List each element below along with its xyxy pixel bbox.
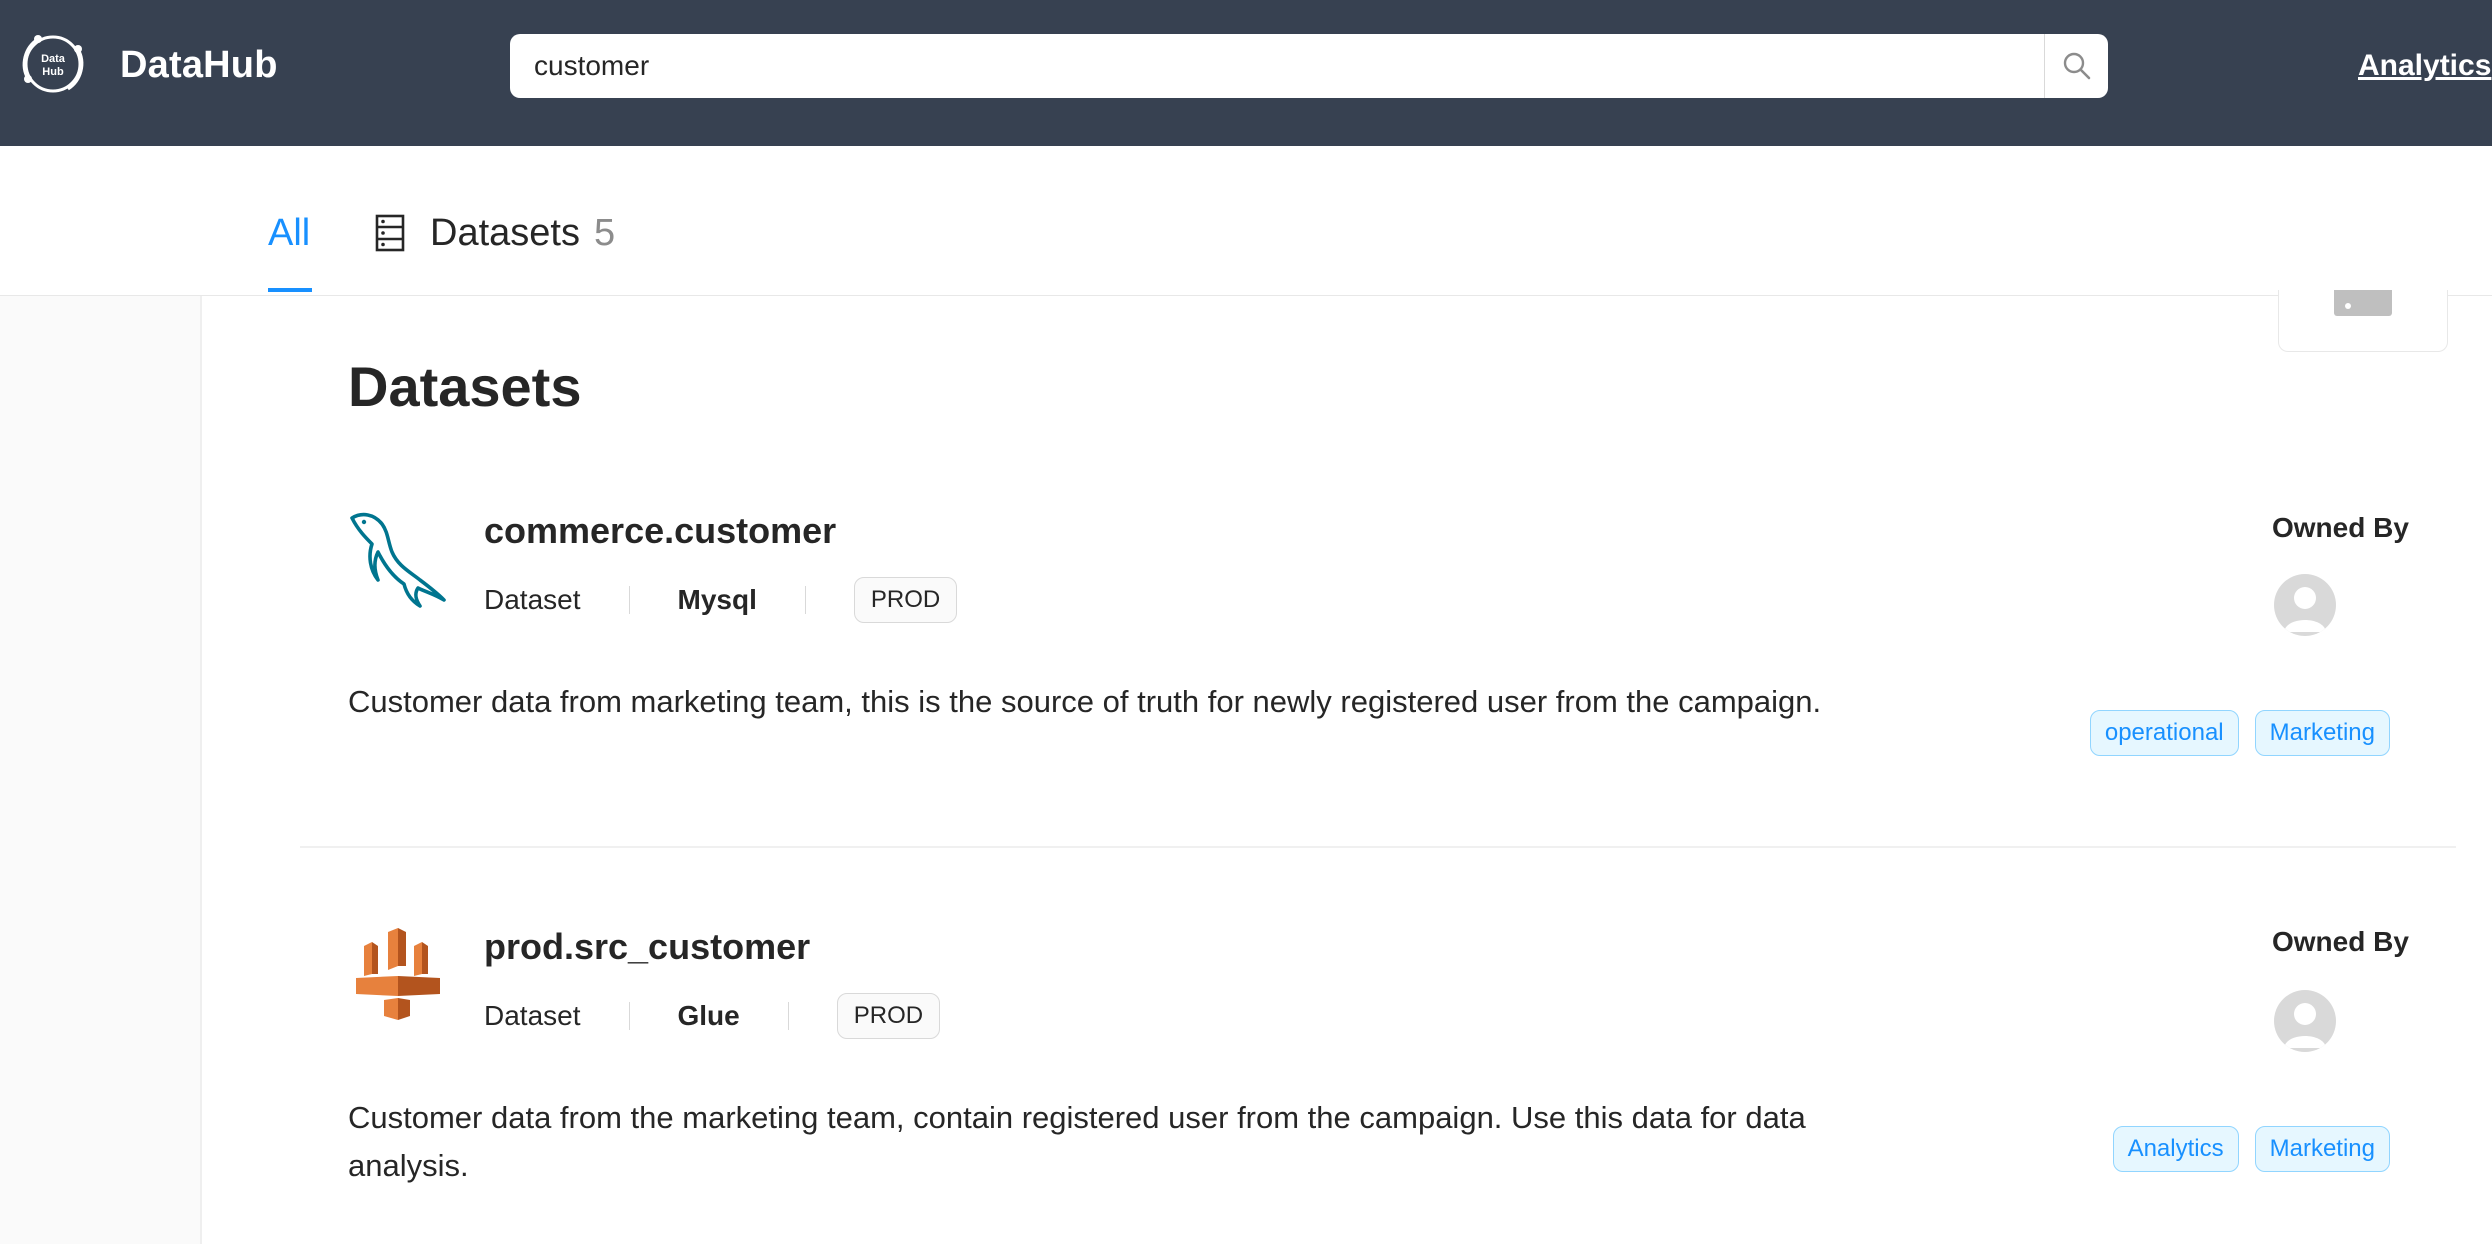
aws-glue-logo-icon	[356, 928, 440, 1020]
result-description: Customer data from marketing team, this …	[348, 684, 1822, 719]
tag-analytics[interactable]: Analytics	[2112, 1126, 2239, 1172]
env-badge: PROD	[853, 577, 958, 623]
result-name[interactable]: commerce.customer	[484, 510, 836, 552]
owned-by-label: Owned By	[2272, 512, 2409, 543]
result-platform: Mysql	[677, 584, 757, 615]
search-input[interactable]	[510, 34, 2044, 98]
search-icon	[2063, 52, 2090, 80]
storage-icon	[2334, 290, 2392, 316]
env-badge: PROD	[836, 993, 941, 1039]
floating-card[interactable]	[2278, 290, 2448, 352]
result-type: Dataset	[484, 1000, 581, 1031]
mysql-logo-icon	[350, 512, 446, 608]
user-icon	[2284, 1003, 2326, 1048]
search-bar	[510, 34, 2108, 98]
tab-datasets-label: Datasets	[430, 211, 580, 254]
section-title: Datasets	[348, 355, 582, 418]
logo-text-line1: Data	[41, 53, 66, 65]
tag-list: operational Marketing	[2089, 710, 2390, 756]
tag-marketing[interactable]: Marketing	[2254, 1126, 2390, 1172]
result-meta: Dataset Glue PROD	[484, 993, 941, 1039]
owner-avatar[interactable]	[2274, 990, 2336, 1052]
tab-datasets-count: 5	[593, 211, 616, 254]
result-type: Dataset	[484, 584, 581, 615]
result-platform: Glue	[677, 1000, 740, 1031]
result-name[interactable]: prod.src_customer	[484, 926, 810, 968]
meta-divider	[804, 586, 806, 614]
logo-text-line2: Hub	[42, 66, 64, 78]
database-icon	[375, 214, 405, 252]
tag-operational[interactable]: operational	[2089, 710, 2239, 756]
left-gutter	[0, 296, 202, 1244]
owner-avatar[interactable]	[2274, 574, 2336, 636]
tab-all[interactable]: All	[268, 212, 310, 255]
owned-by-label: Owned By	[2272, 926, 2409, 957]
meta-divider	[628, 586, 630, 614]
result-meta: Dataset Mysql PROD	[484, 577, 958, 623]
datahub-logo-icon[interactable]: Data Hub	[16, 27, 90, 101]
search-result-card: prod.src_customer Dataset Glue PROD Cust…	[300, 906, 2456, 1206]
analytics-link[interactable]: Analytics	[2358, 49, 2491, 83]
result-description: Customer data from the marketing team, c…	[348, 1100, 1806, 1183]
meta-divider	[628, 1002, 630, 1030]
active-tab-indicator	[268, 288, 312, 292]
entity-tabs: All Datasets 5	[0, 146, 2492, 296]
tab-datasets[interactable]: Datasets 5	[374, 208, 615, 258]
user-icon	[2284, 587, 2326, 632]
brand-name[interactable]: DataHub	[120, 44, 278, 87]
meta-divider	[787, 1002, 789, 1030]
top-nav-bar: Data Hub DataHub Analytics	[0, 0, 2492, 146]
search-button[interactable]	[2044, 34, 2108, 98]
search-result-card: commerce.customer Dataset Mysql PROD Cus…	[300, 490, 2456, 790]
tag-list: Analytics Marketing	[2112, 1126, 2390, 1172]
storage-icon-dot	[2345, 303, 2351, 309]
tag-marketing[interactable]: Marketing	[2254, 710, 2390, 756]
result-divider	[300, 846, 2456, 848]
